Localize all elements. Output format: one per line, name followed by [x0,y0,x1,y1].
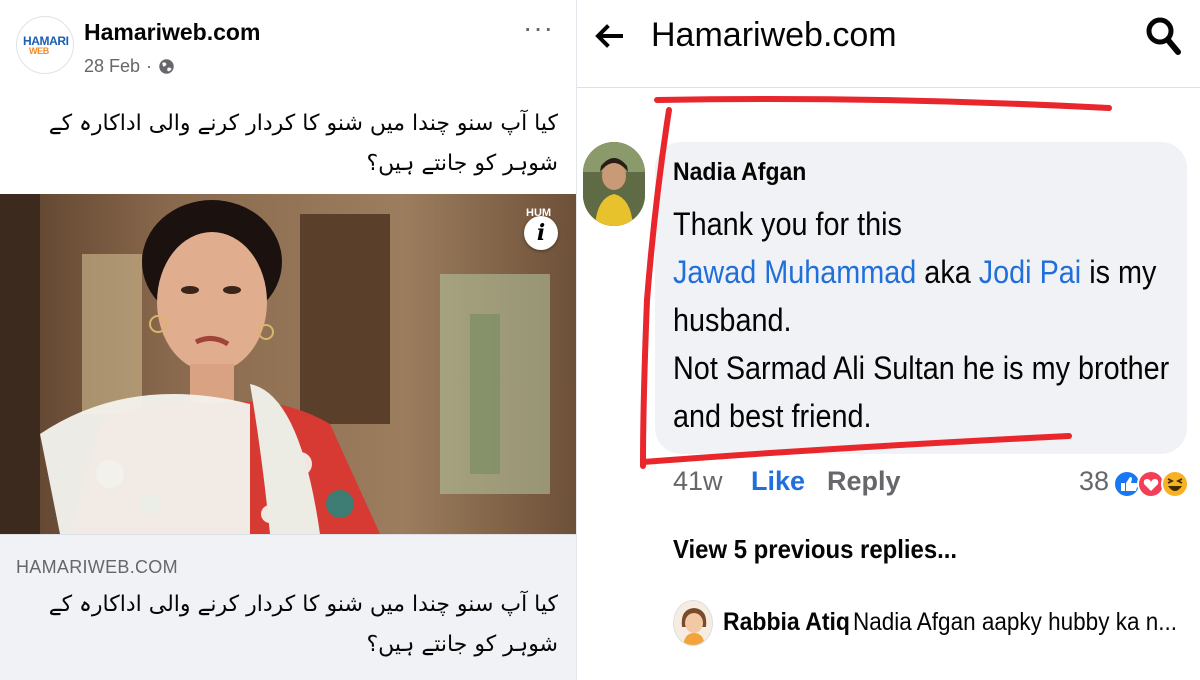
reply-item: Rabbia Atiq Nadia Afgan aapky hubby ka n… [673,600,1193,650]
comment-time[interactable]: 41w [673,466,723,497]
comment-actions: 41w Like Reply 38 [673,466,1193,502]
reply-button[interactable]: Reply [827,466,901,497]
meta-separator: · [146,56,153,76]
link-domain: HAMARIWEB.COM [16,557,178,577]
reply-avatar-cartoon [674,601,712,645]
comment-bubble: Nadia Afgan Thank you for this Jawad Muh… [655,142,1187,454]
mention-jawad[interactable]: Jawad Muhammad [673,254,916,290]
more-icon[interactable]: ··· [523,14,554,42]
topbar-title: Hamariweb.com [651,16,897,54]
logo-text-1: HAMARI [23,34,69,48]
actress-photo: HUM [0,194,576,534]
comment-line-5: and best friend. [673,398,872,434]
post-date[interactable]: 28 Feb [84,56,140,77]
reply-author[interactable]: Rabbia Atiq [723,608,850,637]
comments-panel: Hamariweb.com Nadia Afgan Thank you for … [576,0,1200,680]
post-image[interactable]: HUM i [0,194,576,534]
comment-author[interactable]: Nadia Afgan [673,158,806,187]
comment-line-2-end: is my [1081,254,1157,290]
view-previous-replies[interactable]: View 5 previous replies... [673,534,957,565]
reply-text: Nadia Afgan aapky hubby ka n... [853,608,1177,636]
globe-icon [159,59,174,74]
haha-reaction-icon [1161,470,1189,498]
search-icon[interactable] [1145,16,1181,56]
info-icon[interactable]: i [524,216,558,250]
comment-body: Thank you for this Jawad Muhammad aka Jo… [673,200,1170,440]
back-arrow-icon[interactable] [591,18,627,54]
page-logo[interactable]: HAMARI WEB [16,16,74,74]
page-name[interactable]: Hamariweb.com [84,19,260,46]
reactions-icons[interactable] [1113,468,1193,500]
comment-line-2: Jawad Muhammad aka Jodi Pai is my [673,248,1156,296]
comments-topbar: Hamariweb.com [577,0,1200,88]
link-preview[interactable]: HAMARIWEB.COM کیا آپ سنو چندا میں شنو کا… [0,534,576,680]
post-meta: 28 Feb · [84,56,175,77]
logo-wordmark: HAMARI WEB [23,34,69,56]
like-button[interactable]: Like [751,466,805,497]
post-header: HAMARI WEB Hamariweb.com 28 Feb · ··· [14,12,562,82]
commenter-avatar[interactable] [583,142,645,226]
post-panel: HAMARI WEB Hamariweb.com 28 Feb · ··· کی… [0,0,576,680]
reaction-count[interactable]: 38 [1079,466,1109,497]
comment-line-4: Not Sarmad Ali Sultan he is my brother [673,350,1170,386]
comment-line-1: Thank you for this [673,206,902,242]
reply-avatar[interactable] [673,600,713,646]
post-text: کیا آپ سنو چندا میں شنو کا کردار کرنے وا… [48,111,558,176]
mention-jodi[interactable]: Jodi Pai [979,254,1081,290]
comment-line-3: husband. [673,302,792,338]
commenter-photo [583,142,645,226]
like-reaction-icon [1113,470,1141,498]
comment-aka: aka [916,254,979,290]
link-title: کیا آپ سنو چندا میں شنو کا کردار کرنے وا… [48,592,558,657]
love-reaction-icon [1137,470,1165,498]
